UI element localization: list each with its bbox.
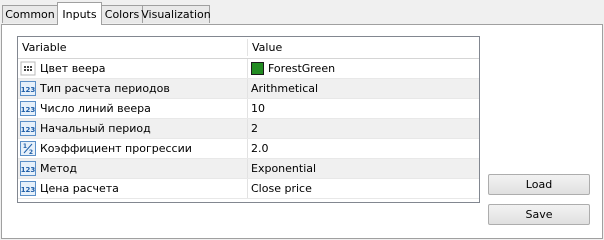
cell-separator (247, 59, 248, 78)
variable-value[interactable]: Close price (251, 182, 312, 195)
tab-colors[interactable]: Colors (101, 5, 143, 23)
svg-text:123: 123 (21, 86, 36, 94)
tab-strip: Common Inputs Colors Visualization (0, 0, 604, 25)
column-header-value[interactable]: Value (252, 41, 282, 54)
integer-123-icon: 123 (20, 161, 36, 176)
tab-visualization[interactable]: Visualization (141, 5, 211, 23)
variable-name: Тип расчета периодов (40, 82, 170, 95)
variable-value[interactable]: Exponential (251, 162, 316, 175)
variable-value[interactable]: 10 (251, 102, 265, 115)
cell-separator (247, 99, 248, 118)
column-header-variable[interactable]: Variable (22, 41, 67, 54)
integer-123-icon: 123 (20, 101, 36, 116)
grid-row-fan-lines[interactable]: 123 Число линий веера 10 (18, 99, 479, 119)
tab-inputs[interactable]: Inputs (57, 2, 102, 25)
save-button[interactable]: Save (488, 204, 590, 225)
color-dots-icon (20, 61, 36, 76)
svg-text:123: 123 (21, 126, 36, 134)
svg-text:1: 1 (23, 143, 27, 150)
tab-common[interactable]: Common (2, 5, 58, 23)
cell-separator (247, 139, 248, 158)
variable-value[interactable]: Arithmetical (251, 82, 318, 95)
cell-separator (247, 179, 248, 198)
variable-name: Коэффициент прогрессии (40, 142, 192, 155)
integer-123-icon: 123 (20, 181, 36, 196)
integer-123-icon: 123 (20, 81, 36, 96)
variable-value[interactable]: 2 (251, 122, 258, 135)
inputs-grid: Variable Value Цвет веера ForestGreen 12… (17, 36, 480, 203)
grid-row-fan-color[interactable]: Цвет веера ForestGreen (18, 59, 479, 79)
cell-separator (247, 79, 248, 98)
variable-name: Число линий веера (40, 102, 151, 115)
cell-separator (247, 159, 248, 178)
svg-text:123: 123 (21, 186, 36, 194)
variable-value[interactable]: ForestGreen (268, 62, 335, 75)
column-separator[interactable] (247, 39, 248, 56)
grid-row-start-period[interactable]: 123 Начальный период 2 (18, 119, 479, 139)
svg-text:123: 123 (21, 106, 36, 114)
color-swatch (251, 62, 264, 75)
load-button[interactable]: Load (488, 174, 590, 195)
fraction-icon: 1 2 (20, 141, 36, 156)
variable-name: Метод (40, 162, 78, 175)
svg-text:123: 123 (21, 166, 36, 174)
integer-123-icon: 123 (20, 121, 36, 136)
grid-row-period-type[interactable]: 123 Тип расчета периодов Arithmetical (18, 79, 479, 99)
grid-header: Variable Value (18, 37, 479, 59)
cell-separator (247, 119, 248, 138)
variable-name: Цена расчета (40, 182, 119, 195)
svg-text:2: 2 (29, 149, 33, 156)
variable-name: Цвет веера (40, 62, 106, 75)
grid-row-price[interactable]: 123 Цена расчета Close price (18, 179, 479, 199)
variable-value[interactable]: 2.0 (251, 142, 269, 155)
grid-row-progression-coef[interactable]: 1 2 Коэффициент прогрессии 2.0 (18, 139, 479, 159)
grid-row-method[interactable]: 123 Метод Exponential (18, 159, 479, 179)
variable-name: Начальный период (40, 122, 151, 135)
